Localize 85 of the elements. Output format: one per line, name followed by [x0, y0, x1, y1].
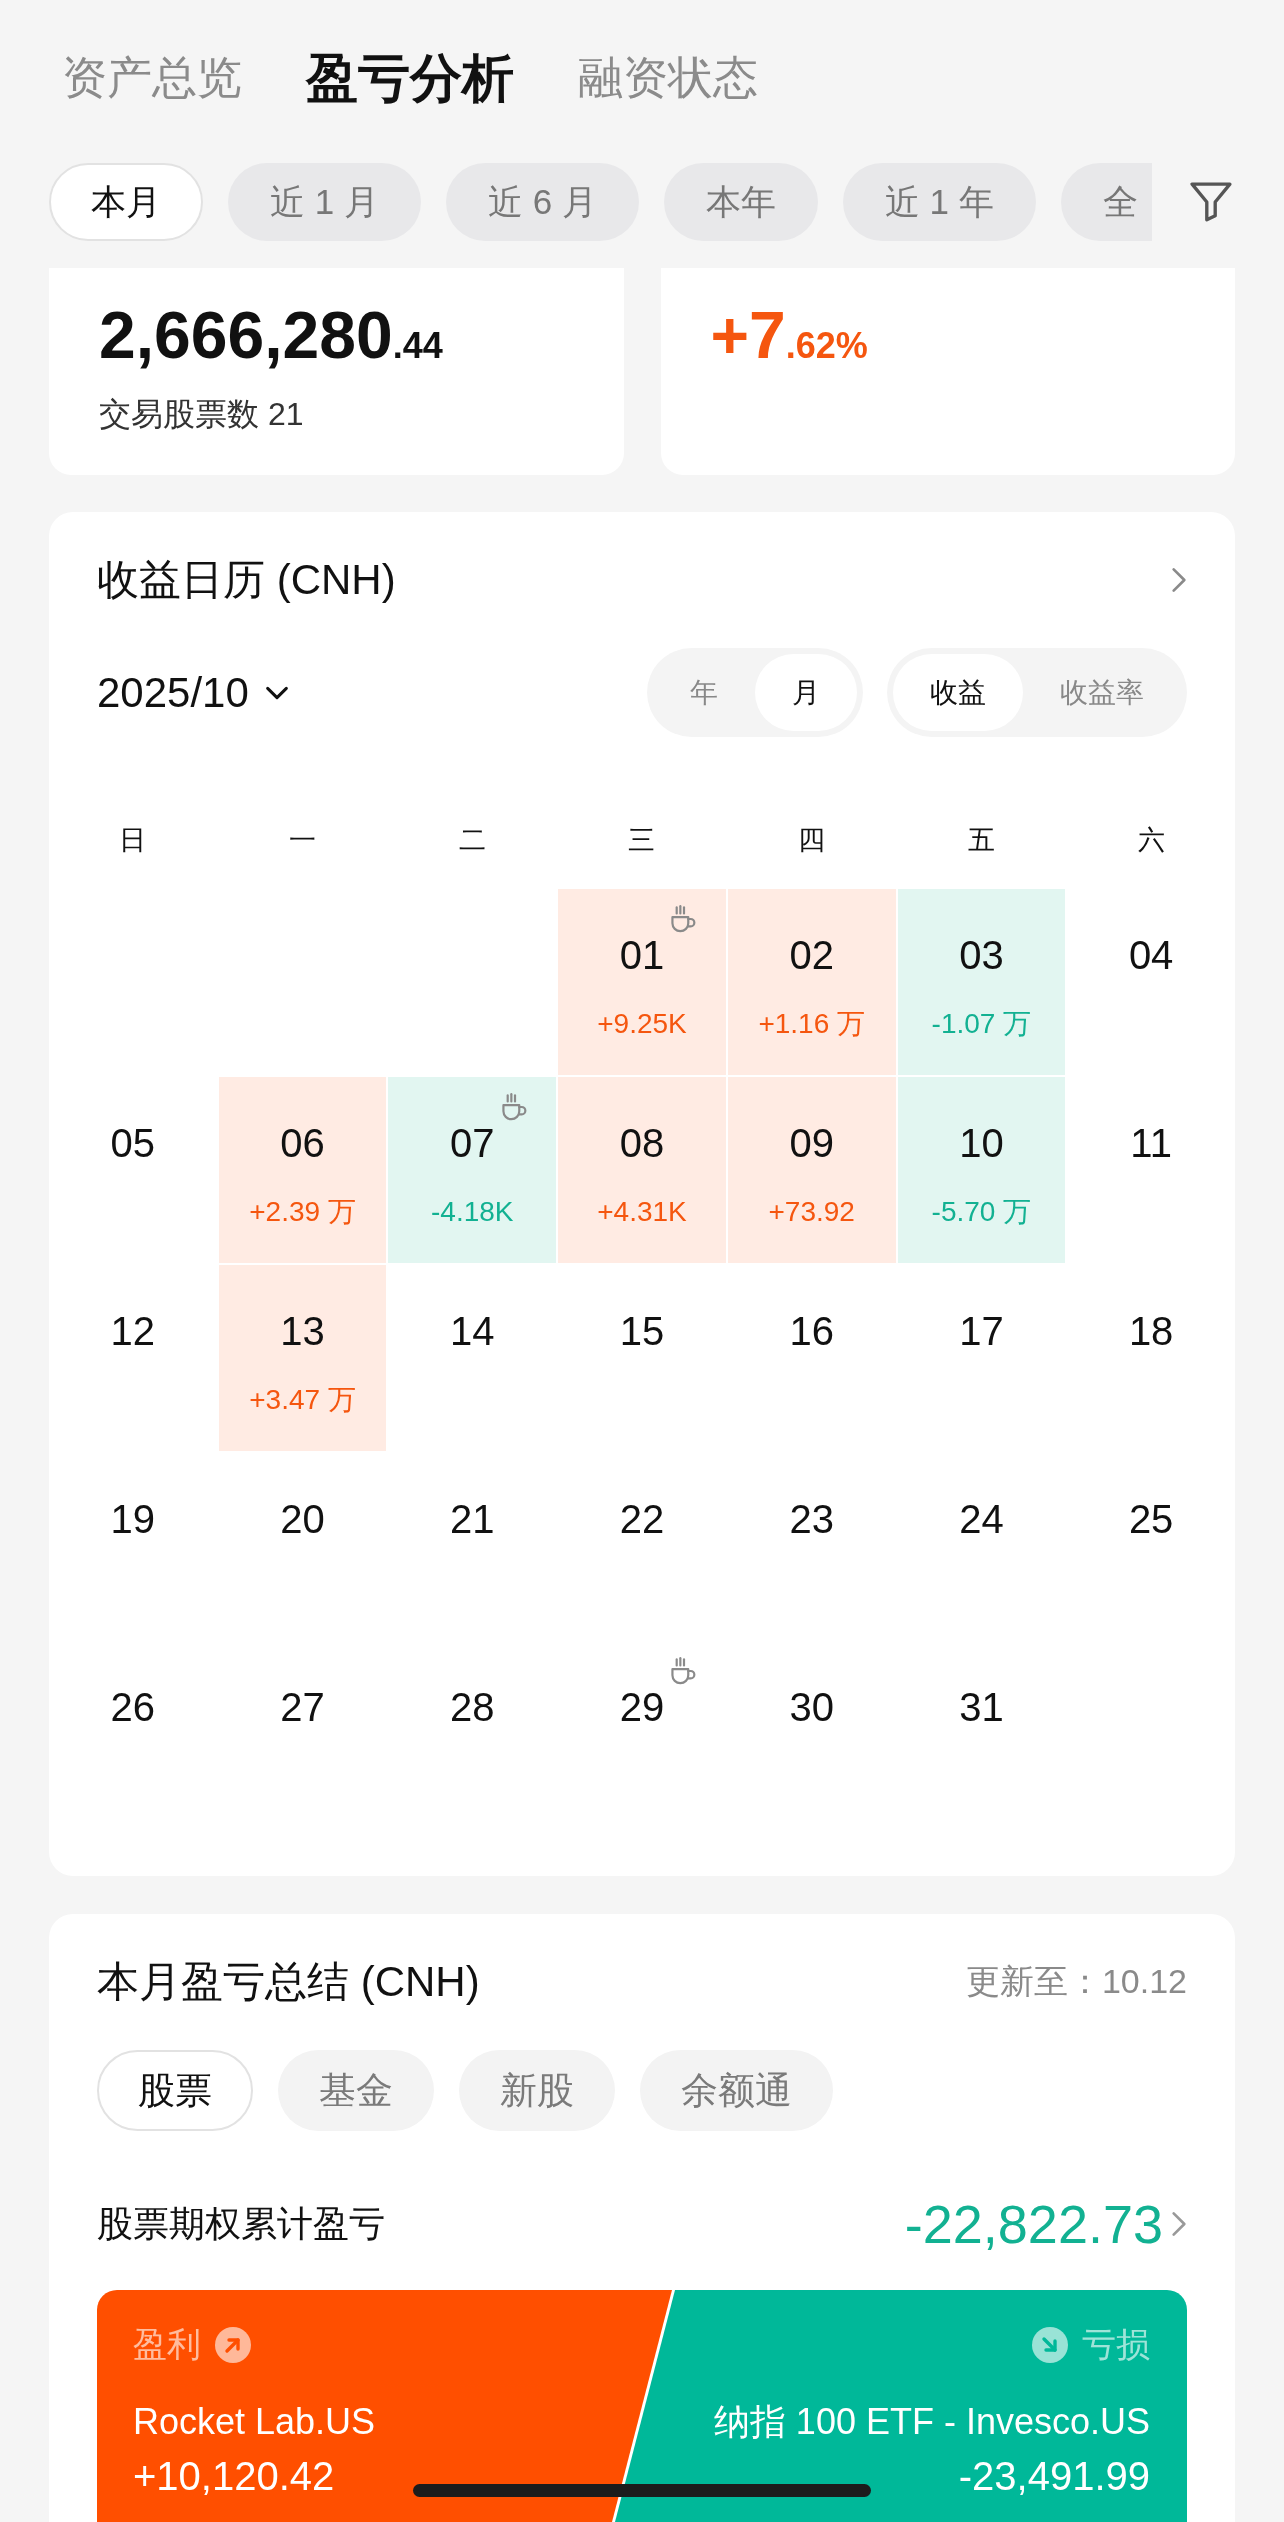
month-selector[interactable]: 2025/10 [97, 668, 289, 717]
day-number: 31 [959, 1684, 1004, 1731]
day-number: 22 [619, 1496, 665, 1543]
arrow-down-right-icon [1032, 2327, 1068, 2363]
stock-name: Rocket Lab.US [133, 2400, 376, 2444]
period-chip[interactable]: 近 1 年 [842, 163, 1036, 241]
arrow-up-right-icon [215, 2327, 251, 2363]
pnl-value: -5.70 万 [931, 1195, 1032, 1229]
top-tab[interactable]: 资产总览 [62, 51, 242, 105]
day-number: 14 [450, 1308, 495, 1355]
period-chip[interactable]: 本年 [663, 163, 818, 241]
day-number: 02 [789, 932, 834, 979]
segment-option[interactable]: 收益 [893, 654, 1023, 731]
loss-amount: -23,491.99 [958, 2453, 1150, 2500]
pnl-value: +3.47 万 [249, 1383, 356, 1417]
day-number: 06 [280, 1120, 325, 1167]
pnl-value: -4.18K [431, 1195, 514, 1229]
day-number: 11 [1130, 1120, 1172, 1167]
panel-label: 盈利 [133, 2324, 201, 2365]
weekday-label: 五 [967, 824, 995, 857]
update-time: 更新至：10.12 [965, 1961, 1187, 2002]
day-number: 01 [619, 932, 665, 979]
pnl-value: +4.31K [597, 1195, 687, 1229]
day-number: 09 [789, 1120, 834, 1167]
period-chip[interactable]: 近 1 月 [228, 163, 421, 241]
weekday-label: 六 [1137, 824, 1165, 857]
day-number: 07 [450, 1120, 495, 1167]
day-number: 05 [110, 1120, 156, 1167]
total-label: 股票期权累计盈亏 [97, 2201, 385, 2246]
chevron-right-icon[interactable] [1171, 2210, 1187, 2238]
top-tab[interactable]: 融资状态 [578, 51, 758, 105]
day-number: 23 [789, 1496, 834, 1543]
weekday-label: 四 [798, 824, 826, 857]
segment-option[interactable]: 月 [755, 654, 857, 731]
period-chip[interactable]: 本月 [49, 163, 203, 241]
period-chip[interactable]: 全 [1060, 163, 1152, 241]
category-tab[interactable]: 余额通 [640, 2050, 833, 2131]
card-title: 收益日历 (CNH) [97, 555, 396, 605]
panel-label: 亏损 [1082, 2324, 1150, 2365]
caption-text: 交易股票数 21 [99, 395, 305, 434]
day-number: 16 [789, 1308, 834, 1355]
weekday-label: 日 [119, 824, 147, 857]
card-title: 本月盈亏总结 (CNH) [97, 1957, 480, 2007]
day-number: 15 [619, 1308, 665, 1355]
category-tab[interactable]: 基金 [278, 2050, 434, 2131]
day-number: 18 [1128, 1308, 1174, 1355]
stock-name: 纳指 100 ETF - Invesco.US [713, 2400, 1150, 2444]
amount-value: 2,666,280.44 [99, 299, 444, 374]
period-chip[interactable]: 近 6 月 [445, 163, 639, 241]
amount-value: +7.62% [710, 299, 869, 374]
pnl-value: +73.92 [768, 1195, 855, 1229]
day-number: 19 [110, 1496, 156, 1543]
category-tab[interactable]: 股票 [97, 2050, 253, 2131]
chevron-down-icon [264, 685, 289, 700]
day-number: 27 [280, 1684, 325, 1731]
day-number: 25 [1128, 1496, 1174, 1543]
day-number: 20 [280, 1496, 325, 1543]
day-number: 08 [619, 1120, 665, 1167]
day-number: 13 [280, 1308, 325, 1355]
day-number: 12 [110, 1308, 156, 1355]
chevron-right-icon[interactable] [1171, 566, 1187, 594]
filter-icon[interactable] [1190, 182, 1232, 222]
day-number: 26 [110, 1684, 156, 1731]
category-tab[interactable]: 新股 [459, 2050, 615, 2131]
day-number: 28 [450, 1684, 495, 1731]
day-number: 29 [619, 1684, 665, 1731]
profit-amount: +10,120.42 [133, 2453, 335, 2500]
weekday-label: 三 [628, 824, 656, 857]
segment-option[interactable]: 年 [653, 654, 755, 731]
weekday-label: 一 [289, 824, 317, 857]
segment-option[interactable]: 收益率 [1023, 654, 1181, 731]
day-number: 17 [959, 1308, 1004, 1355]
pnl-value: +1.16 万 [758, 1007, 865, 1041]
day-number: 04 [1128, 932, 1174, 979]
pnl-value: +9.25K [597, 1007, 687, 1041]
day-number: 21 [450, 1496, 495, 1543]
day-number: 03 [959, 932, 1004, 979]
day-number: 24 [959, 1496, 1004, 1543]
pnl-value: -1.07 万 [931, 1007, 1032, 1041]
weekday-label: 二 [458, 824, 486, 857]
total-value: -22,822.73 [904, 2193, 1163, 2255]
day-number: 10 [959, 1120, 1004, 1167]
top-tab[interactable]: 盈亏分析 [306, 46, 514, 110]
day-number: 30 [789, 1684, 834, 1731]
pnl-value: +2.39 万 [249, 1195, 356, 1229]
